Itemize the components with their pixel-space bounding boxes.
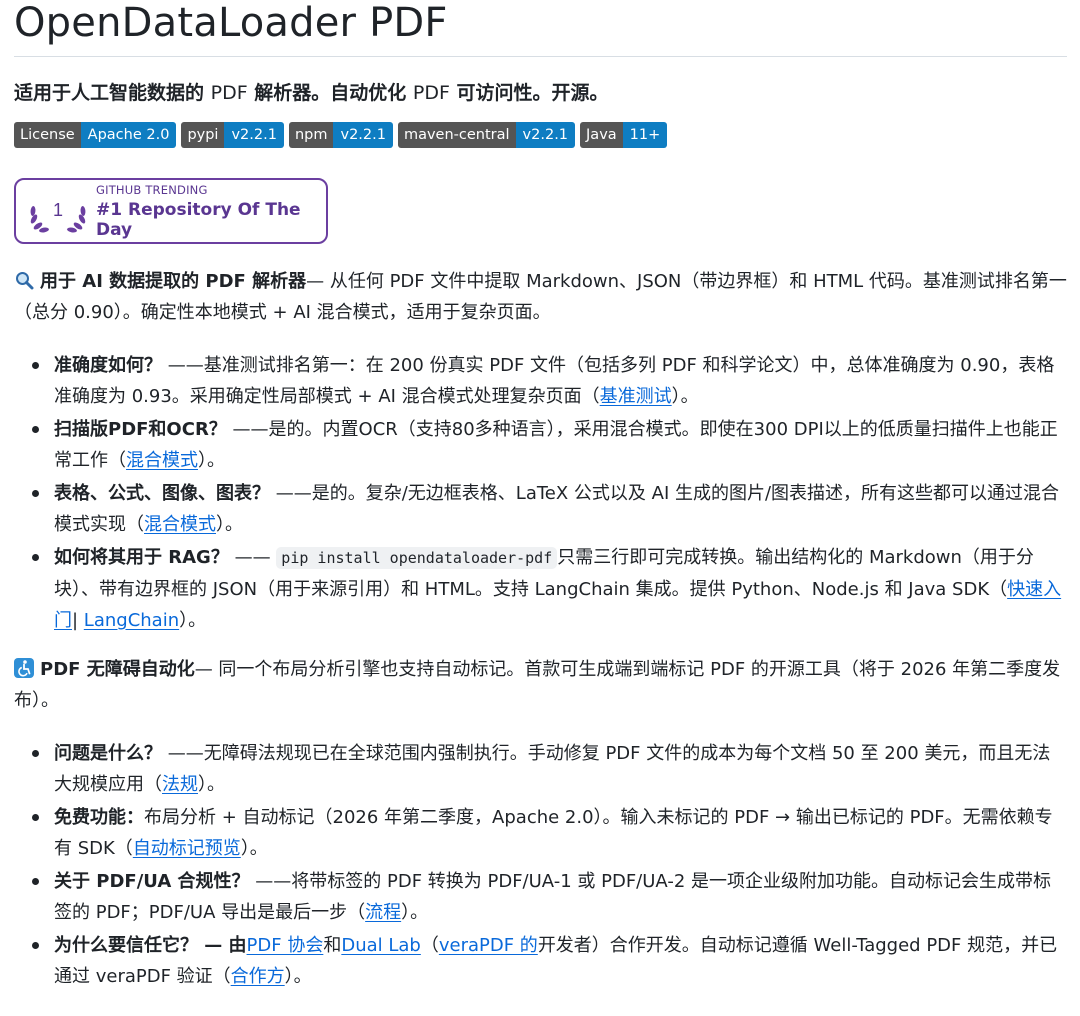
list-item-text: ）。 (671, 386, 699, 407)
list-item-question: 为什么要信任它？ — 由 (54, 935, 247, 956)
list-item-text: （ (420, 935, 439, 956)
trending-kicker: GITHUB TRENDING (96, 182, 208, 197)
langchain-link[interactable]: LangChain (84, 610, 179, 631)
list-item: 表格、公式、图像、图表？ ——是的。复杂/无边框表格、LaTeX 公式以及 AI… (32, 478, 1067, 540)
list-item-question: 扫描版PDF和OCR？ (54, 419, 227, 440)
pypi-badge[interactable]: pypi v2.2.1 (181, 122, 284, 148)
list-item-text: 和 (323, 935, 342, 956)
list-item-text: ）。 (401, 902, 429, 923)
page-title: OpenDataLoader PDF (14, 0, 1067, 57)
badge-label: npm (288, 122, 334, 148)
badge-row: License Apache 2.0 pypi v2.2.1 npm v2.2.1 m… (14, 122, 1067, 148)
list-item-question: 免费功能： (54, 807, 144, 828)
subtitle-part: PDF (412, 82, 450, 104)
dual-lab-link[interactable]: Dual Lab (341, 935, 421, 956)
badge-label: maven-central (397, 122, 516, 148)
badge-label: License (14, 122, 81, 148)
subtitle-part: 解析器。自动优化 (247, 82, 413, 104)
list-item: 准确度如何？ ——基准测试排名第一：在 200 份真实 PDF 文件（包括多列 … (32, 350, 1067, 412)
verapdf-link[interactable]: veraPDF 的 (439, 935, 538, 956)
list-item-text: ）。 (198, 774, 225, 795)
install-command[interactable]: pip install opendataloader-pdf (276, 547, 558, 569)
laurel-icon: 1 (26, 186, 90, 236)
pdf-association-link[interactable]: PDF 协会 (247, 935, 324, 956)
list-item-question: 问题是什么？ (54, 743, 162, 764)
section-intro-accessibility: PDF 无障碍自动化— 同一个布局分析引擎也支持自动标记。首款可生成端到端标记 … (14, 654, 1067, 716)
list-item-text: ——基准测试排名第一：在 200 份真实 PDF 文件（包括多列 PDF 和科学… (54, 355, 1055, 407)
list-item-text: —— (228, 547, 277, 568)
list-item-text: ）。 (240, 838, 268, 859)
list-item-text: ）。 (216, 514, 243, 535)
accessibility-icon (14, 658, 34, 678)
list-item-question: 准确度如何？ (54, 355, 162, 376)
parser-feature-list: 准确度如何？ ——基准测试排名第一：在 200 份真实 PDF 文件（包括多列 … (14, 350, 1067, 636)
badge-value: 11+ (622, 122, 668, 148)
badge-label: Java (580, 122, 623, 148)
subtitle: 适用于人工智能数据的 PDF 解析器。自动优化 PDF 可访问性。开源。 (14, 79, 1067, 107)
list-item: 关于 PDF/UA 合规性？ ——将带标签的 PDF 转换为 PDF/UA-1 … (32, 866, 1067, 928)
partners-link[interactable]: 合作方 (231, 966, 285, 987)
list-item: 如何将其用于 RAG？ —— pip install opendataloade… (32, 542, 1067, 636)
auto-tagging-preview-link[interactable]: 自动标记预览 (133, 838, 241, 859)
trending-headline: #1 Repository Of The Day (96, 199, 301, 240)
npm-badge[interactable]: npm v2.2.1 (288, 122, 393, 148)
badge-label: pypi (181, 122, 225, 148)
list-item: 为什么要信任它？ — 由PDF 协会和Dual Lab（veraPDF 的开发者… (32, 930, 1067, 992)
hybrid-mode-link[interactable]: 混合模式 (144, 514, 216, 535)
subtitle-part: 可访问性。开源。 (449, 82, 609, 104)
list-item-question: 关于 PDF/UA 合规性？ (54, 871, 250, 892)
list-item-text: ）。 (284, 966, 312, 987)
magnifier-icon (14, 270, 34, 290)
badge-value: v2.2.1 (224, 122, 284, 148)
badge-value: Apache 2.0 (80, 122, 177, 148)
license-badge[interactable]: License Apache 2.0 (14, 122, 177, 148)
list-item: 扫描版PDF和OCR？ ——是的。内置OCR（支持80多种语言），采用混合模式。… (32, 414, 1067, 476)
section-lead: 用于 AI 数据提取的 PDF 解析器 (40, 271, 307, 292)
subtitle-part: 适用于人工智能数据的 (14, 82, 211, 104)
subtitle-part: PDF (210, 82, 248, 104)
java-badge[interactable]: Java 11+ (580, 122, 668, 148)
section-lead: PDF 无障碍自动化 (40, 659, 195, 680)
list-item-separator: | (72, 610, 84, 631)
list-item-question: 表格、公式、图像、图表？ (54, 483, 270, 504)
regulations-link[interactable]: 法规 (162, 774, 198, 795)
list-item: 问题是什么？ ——无障碍法规现已在全球范围内强制执行。手动修复 PDF 文件的成… (32, 738, 1067, 800)
maven-central-badge[interactable]: maven-central v2.2.1 (397, 122, 576, 148)
pipeline-link[interactable]: 流程 (365, 902, 401, 923)
list-item-text: ）。 (198, 450, 225, 471)
badge-value: v2.2.1 (333, 122, 393, 148)
list-item: 免费功能：布局分析 + 自动标记（2026 年第二季度，Apache 2.0）。… (32, 802, 1067, 864)
accessibility-feature-list: 问题是什么？ ——无障碍法规现已在全球范围内强制执行。手动修复 PDF 文件的成… (14, 738, 1067, 992)
trending-rank: 1 (53, 200, 63, 220)
benchmark-link[interactable]: 基准测试 (600, 386, 672, 407)
hybrid-mode-link[interactable]: 混合模式 (126, 450, 198, 471)
readme-page: OpenDataLoader PDF 适用于人工智能数据的 PDF 解析器。自动… (0, 0, 1080, 1016)
github-trending-badge[interactable]: 1 GITHUB TRENDING #1 Repository Of The D… (14, 178, 328, 244)
list-item-question: 如何将其用于 RAG？ (54, 547, 229, 568)
badge-value: v2.2.1 (515, 122, 576, 148)
list-item-text: ）。 (179, 610, 207, 631)
section-intro-parser: 用于 AI 数据提取的 PDF 解析器— 从任何 PDF 文件中提取 Markd… (14, 266, 1067, 328)
